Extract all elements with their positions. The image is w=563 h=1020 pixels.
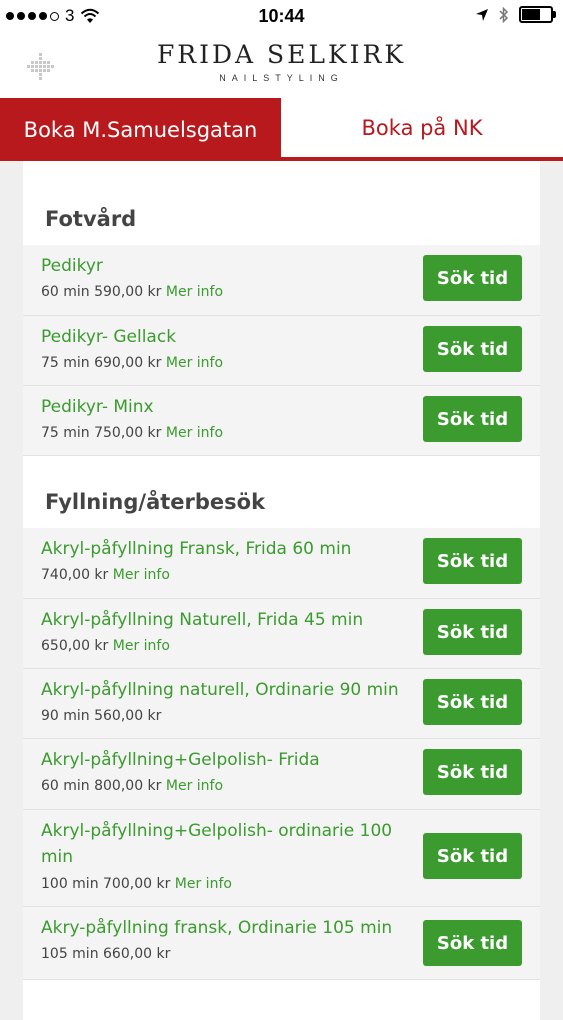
category-title: Fotvård (45, 207, 137, 231)
service-details: 90 min 560,00 kr (41, 708, 162, 724)
status-bar: 3 10:44 (0, 0, 563, 34)
book-time-button[interactable]: Sök tid (423, 749, 522, 795)
brand-subtitle: NAILSTYLING (219, 73, 344, 83)
more-info-link[interactable]: Mer info (113, 638, 170, 654)
book-time-button[interactable]: Sök tid (423, 833, 522, 879)
brand-logo: FRIDA SELKIRK NAILSTYLING (0, 40, 563, 83)
battery-icon (519, 6, 556, 23)
service-row: Akry-påfyllning fransk, Ordinarie 105 mi… (23, 907, 540, 980)
book-time-button[interactable]: Sök tid (423, 326, 522, 372)
book-time-button[interactable]: Sök tid (423, 679, 522, 725)
book-time-button[interactable]: Sök tid (423, 609, 522, 655)
brand-name: FRIDA SELKIRK (156, 40, 407, 69)
service-name[interactable]: Akryl-påfyllning naturell, Ordinarie 90 … (41, 677, 406, 703)
app-header: FRIDA SELKIRK NAILSTYLING (0, 34, 563, 98)
service-row: Akryl-påfyllning Naturell, Frida 45 min … (23, 599, 540, 669)
service-row: Pedikyr- Minx 75 min 750,00 kr Mer info … (23, 386, 540, 456)
service-details: 105 min 660,00 kr (41, 946, 171, 962)
more-info-link[interactable]: Mer info (166, 355, 223, 371)
service-details: 650,00 kr (41, 638, 109, 654)
service-row: Pedikyr- Gellack 75 min 690,00 kr Mer in… (23, 316, 540, 386)
service-name[interactable]: Pedikyr (41, 253, 406, 279)
service-meta: 75 min 690,00 kr Mer info (41, 355, 223, 371)
list-footer (23, 980, 540, 1020)
book-time-button[interactable]: Sök tid (423, 255, 522, 301)
service-row: Akryl-påfyllning Fransk, Frida 60 min 74… (23, 528, 540, 599)
category-header: Fyllning/återbesök (23, 456, 540, 528)
service-meta: 60 min 590,00 kr Mer info (41, 284, 223, 300)
book-time-button[interactable]: Sök tid (423, 920, 522, 966)
service-name[interactable]: Akryl-påfyllning Fransk, Frida 60 min (41, 536, 406, 562)
service-details: 75 min 750,00 kr (41, 425, 162, 441)
service-meta: 75 min 750,00 kr Mer info (41, 425, 223, 441)
service-details: 60 min 800,00 kr (41, 778, 162, 794)
service-list: Fotvård Pedikyr 60 min 590,00 kr Mer inf… (23, 161, 540, 1020)
service-meta: 105 min 660,00 kr (41, 946, 170, 962)
service-row: Akryl-påfyllning+Gelpolish- ordinarie 10… (23, 810, 540, 907)
location-icon (476, 8, 488, 21)
service-details: 75 min 690,00 kr (41, 355, 162, 371)
service-name[interactable]: Akryl-påfyllning+Gelpolish- Frida (41, 747, 406, 773)
service-name[interactable]: Pedikyr- Gellack (41, 324, 406, 350)
tab-nk[interactable]: Boka på NK (281, 98, 563, 161)
service-meta: 650,00 kr Mer info (41, 638, 170, 654)
location-tabs: Boka M.Samuelsgatan Boka på NK (0, 98, 563, 161)
service-row: Pedikyr 60 min 590,00 kr Mer info Sök ti… (23, 245, 540, 316)
more-info-link[interactable]: Mer info (113, 567, 170, 583)
bluetooth-icon (499, 6, 509, 23)
service-details: 740,00 kr (41, 567, 109, 583)
service-meta: 90 min 560,00 kr (41, 708, 161, 724)
service-name[interactable]: Akry-påfyllning fransk, Ordinarie 105 mi… (41, 915, 406, 941)
service-meta: 100 min 700,00 kr Mer info (41, 876, 232, 892)
service-meta: 60 min 800,00 kr Mer info (41, 778, 223, 794)
service-details: 60 min 590,00 kr (41, 284, 162, 300)
service-row: Akryl-påfyllning+Gelpolish- Frida 60 min… (23, 739, 540, 810)
more-info-link[interactable]: Mer info (166, 778, 223, 794)
service-details: 100 min 700,00 kr (41, 876, 171, 892)
category-header: Fotvård (23, 161, 540, 245)
status-icons (475, 6, 556, 23)
service-row: Akryl-påfyllning naturell, Ordinarie 90 … (23, 669, 540, 739)
more-info-link[interactable]: Mer info (166, 284, 223, 300)
service-name[interactable]: Akryl-påfyllning Naturell, Frida 45 min (41, 607, 406, 633)
service-name[interactable]: Akryl-påfyllning+Gelpolish- ordinarie 10… (41, 818, 406, 870)
book-time-button[interactable]: Sök tid (423, 396, 522, 442)
tab-samuelsgatan[interactable]: Boka M.Samuelsgatan (0, 98, 281, 161)
service-meta: 740,00 kr Mer info (41, 567, 170, 583)
service-name[interactable]: Pedikyr- Minx (41, 394, 406, 420)
category-title: Fyllning/återbesök (45, 490, 266, 514)
more-info-link[interactable]: Mer info (166, 425, 223, 441)
more-info-link[interactable]: Mer info (175, 876, 232, 892)
book-time-button[interactable]: Sök tid (423, 538, 522, 584)
